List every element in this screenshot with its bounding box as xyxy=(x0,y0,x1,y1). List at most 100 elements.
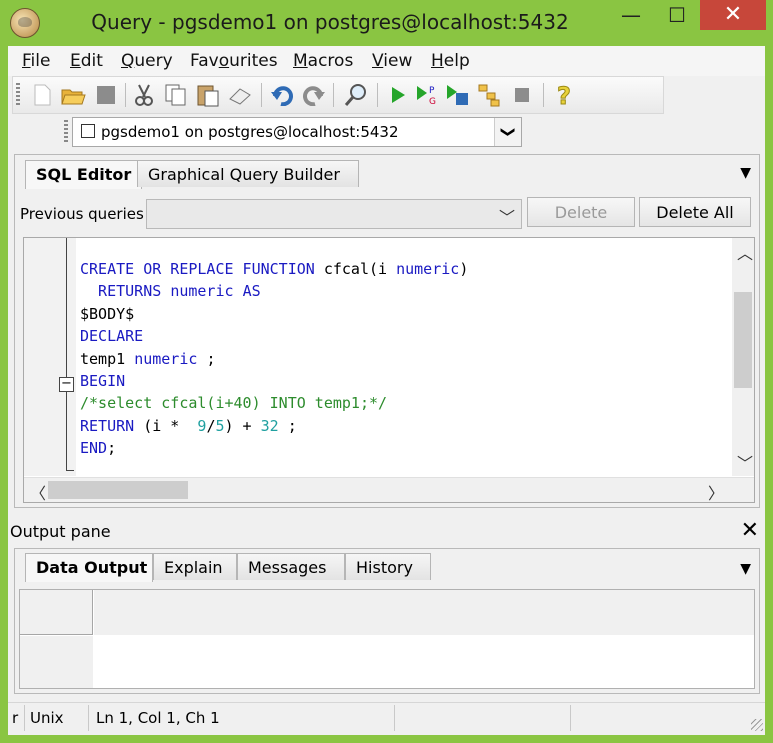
maximize-button[interactable]: ☐ xyxy=(654,0,700,30)
previous-queries-select[interactable]: ﹀ xyxy=(146,199,522,229)
menu-view-label: iew xyxy=(383,51,413,71)
vertical-scroll-thumb[interactable] xyxy=(734,292,752,388)
code-line: temp1 numeric ; xyxy=(80,348,468,370)
code-token: /*select cfcal(i+40) INTO temp1;*/ xyxy=(80,394,388,413)
redo-icon[interactable] xyxy=(301,82,327,108)
toolbar-separator xyxy=(333,83,334,107)
code-line: RETURNS numeric AS xyxy=(80,280,468,302)
code-token: BEGIN xyxy=(80,372,126,391)
code-token: numeric xyxy=(134,349,207,368)
new-file-icon[interactable] xyxy=(29,82,55,108)
open-folder-icon[interactable] xyxy=(61,82,87,108)
copy-icon[interactable] xyxy=(163,82,189,108)
toolbar-grip[interactable] xyxy=(16,83,20,107)
tab-graphical-query-builder[interactable]: Graphical Query Builder xyxy=(137,160,359,187)
data-output-grid[interactable] xyxy=(19,589,755,689)
delete-all-button[interactable]: Delete All xyxy=(639,197,751,227)
vertical-scrollbar[interactable]: ︿ ﹀ xyxy=(732,238,754,476)
code-token: DECLARE xyxy=(80,327,144,346)
menu-file[interactable]: File xyxy=(22,51,50,71)
status-first: r xyxy=(12,709,19,727)
scroll-right-icon[interactable]: 〉 xyxy=(708,480,724,504)
sql-code[interactable]: CREATE OR REPLACE FUNCTION cfcal(i numer… xyxy=(80,258,468,460)
paste-icon[interactable] xyxy=(195,82,221,108)
code-line: /*select cfcal(i+40) INTO temp1;*/ xyxy=(80,392,468,414)
explain-icon[interactable]: PG xyxy=(415,82,441,108)
menu-bar: File Edit Query Favourites Macros View H… xyxy=(8,46,765,76)
tab-data-output[interactable]: Data Output xyxy=(25,553,153,582)
menu-view[interactable]: View xyxy=(372,51,412,71)
sql-editor[interactable]: − CREATE OR REPLACE FUNCTION cfcal(i num… xyxy=(23,237,755,503)
code-line: $BODY$ xyxy=(80,303,468,325)
code-line: END; xyxy=(80,437,468,459)
toolbar-separator xyxy=(377,83,378,107)
chevron-down-icon: ﹀ xyxy=(498,208,515,227)
close-output-pane-icon[interactable]: ✕ xyxy=(741,518,759,543)
stop-icon[interactable] xyxy=(509,82,535,108)
code-token: RETURNS xyxy=(80,282,171,301)
tab-history[interactable]: History xyxy=(345,553,431,580)
menu-help-mnemonic: H xyxy=(431,51,444,71)
scroll-down-icon[interactable]: ﹀ xyxy=(737,450,753,474)
scroll-left-icon[interactable]: 〈 xyxy=(30,480,46,504)
cut-icon[interactable] xyxy=(131,82,157,108)
menu-help[interactable]: Help xyxy=(431,51,470,71)
code-token: ; xyxy=(278,416,297,435)
main-toolbar: PG ? xyxy=(12,76,664,114)
undo-icon[interactable] xyxy=(269,82,295,108)
toolbar-separator xyxy=(543,83,544,107)
code-token: ; xyxy=(107,439,117,458)
horizontal-scroll-thumb[interactable] xyxy=(48,481,188,499)
scroll-up-icon[interactable]: ︿ xyxy=(737,240,753,264)
query-window: Query - pgsdemo1 on postgres@localhost:5… xyxy=(0,0,773,743)
code-token: END xyxy=(80,439,108,458)
connection-select[interactable]: pgsdemo1 on postgres@localhost:5432 ❯ xyxy=(72,117,522,147)
find-icon[interactable] xyxy=(343,82,369,108)
menu-edit-label: dit xyxy=(80,51,103,71)
grid-corner-cell[interactable] xyxy=(20,590,93,635)
menu-macros[interactable]: Macros xyxy=(293,51,353,71)
title-bar[interactable]: Query - pgsdemo1 on postgres@localhost:5… xyxy=(0,0,773,46)
code-line: RETURN (i * 9/5) + 32 ; xyxy=(80,415,468,437)
save-icon[interactable] xyxy=(93,82,119,108)
help-icon[interactable]: ? xyxy=(553,82,579,108)
connection-value: pgsdemo1 on postgres@localhost:5432 xyxy=(101,123,399,141)
output-tab-list-menu-icon[interactable]: ▼ xyxy=(740,561,751,577)
code-token: CREATE OR REPLACE FUNCTION xyxy=(80,260,324,278)
close-button[interactable]: ✕ xyxy=(700,0,766,30)
minimize-button[interactable]: — xyxy=(608,0,654,30)
delete-button[interactable]: Delete xyxy=(527,197,635,227)
fold-collapse-icon[interactable]: − xyxy=(59,377,74,392)
horizontal-scrollbar[interactable]: 〈 〉 xyxy=(24,477,754,504)
code-token: AS xyxy=(242,282,261,301)
menu-macros-label: acros xyxy=(307,51,354,71)
tab-messages[interactable]: Messages xyxy=(237,553,345,580)
chevron-down-icon[interactable]: ❯ xyxy=(494,118,521,146)
toolbar-separator xyxy=(125,83,126,107)
code-token: ) xyxy=(459,260,469,278)
grid-row-header xyxy=(20,636,93,688)
tab-list-menu-icon[interactable]: ▼ xyxy=(740,165,751,181)
window-content: File Edit Query Favourites Macros View H… xyxy=(8,46,765,735)
resize-grip-icon[interactable] xyxy=(751,719,763,731)
menu-edit[interactable]: Edit xyxy=(70,51,103,71)
status-bar: r Unix Ln 1, Col 1, Ch 1 xyxy=(8,702,765,733)
menu-query[interactable]: Query xyxy=(121,51,173,71)
code-token: 32 xyxy=(260,416,279,435)
toolbar-separator xyxy=(261,83,262,107)
clear-icon[interactable] xyxy=(227,82,253,108)
explain-analyze-icon[interactable] xyxy=(477,82,503,108)
status-eol: Unix xyxy=(30,709,64,727)
connection-grip[interactable] xyxy=(64,120,68,142)
execute-to-file-icon[interactable] xyxy=(445,82,471,108)
status-separator xyxy=(394,705,395,731)
tab-sql-editor[interactable]: SQL Editor xyxy=(25,160,143,189)
menu-edit-mnemonic: E xyxy=(70,51,81,71)
connection-bar: pgsdemo1 on postgres@localhost:5432 ❯ xyxy=(58,115,528,147)
connection-status-box xyxy=(81,124,95,138)
tab-explain[interactable]: Explain xyxy=(153,553,237,580)
output-pane: Output pane ✕ Data Output Explain Messag… xyxy=(8,516,765,735)
execute-icon[interactable] xyxy=(385,82,411,108)
menu-favourites[interactable]: Favourites xyxy=(190,51,278,71)
previous-queries-label: Previous queries xyxy=(20,205,144,223)
